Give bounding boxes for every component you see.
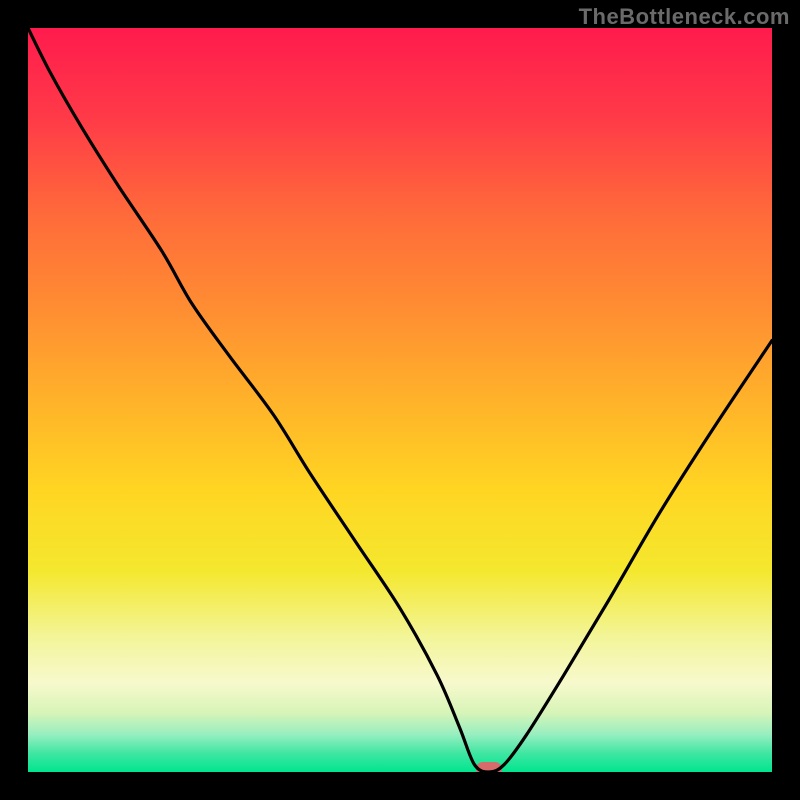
chart-frame: TheBottleneck.com bbox=[0, 0, 800, 800]
plot-area bbox=[28, 28, 772, 772]
bottleneck-curve bbox=[28, 28, 772, 772]
watermark-text: TheBottleneck.com bbox=[579, 4, 790, 30]
